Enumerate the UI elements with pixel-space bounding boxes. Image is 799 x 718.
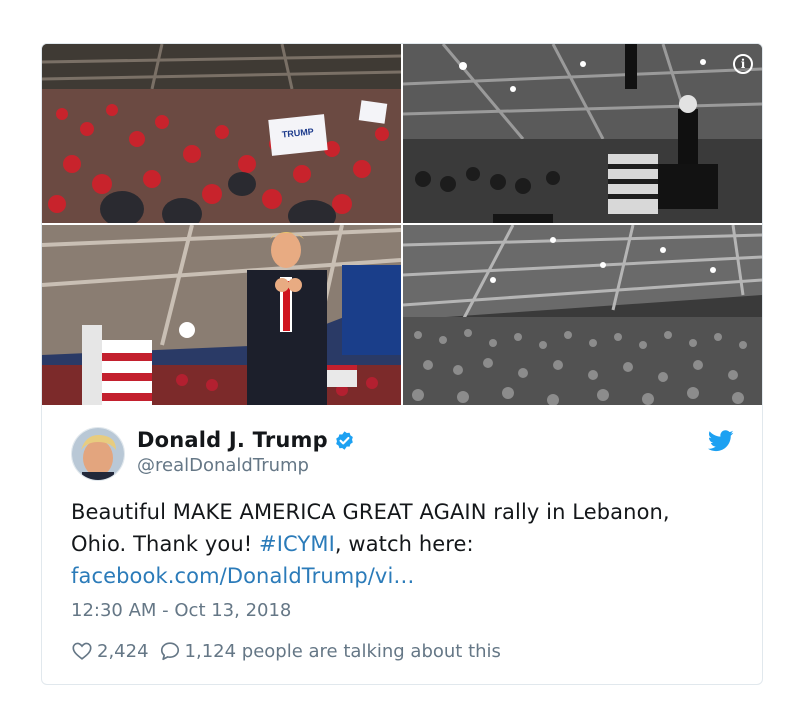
tweet-actions: 2,424 1,124 people are talking about thi… <box>71 640 501 662</box>
tweet-text: Beautiful MAKE AMERICA GREAT AGAIN rally… <box>71 496 731 592</box>
hashtag-link[interactable]: #ICYMI <box>259 532 335 556</box>
heart-icon[interactable] <box>71 640 93 662</box>
tweet-media-grid[interactable]: TRUMP i <box>42 44 762 405</box>
conversation-action[interactable]: 1,124 people are talking about this <box>159 640 501 662</box>
embedded-tweet-card[interactable]: TRUMP i Donald J. Trump @realDonaldTrump… <box>41 43 763 685</box>
tweet-text-part2: , watch here: <box>334 532 474 556</box>
author-handle[interactable]: @realDonaldTrump <box>137 455 309 476</box>
arena-crowd-photo[interactable] <box>403 225 762 405</box>
author-name-row[interactable]: Donald J. Trump <box>137 428 355 452</box>
profile-avatar[interactable] <box>71 427 125 481</box>
like-action[interactable]: 2,424 <box>71 640 149 662</box>
verified-badge-icon <box>336 430 353 450</box>
display-name[interactable]: Donald J. Trump <box>137 428 328 452</box>
rally-crowd-photo[interactable]: TRUMP <box>42 44 401 223</box>
info-icon[interactable]: i <box>733 54 753 74</box>
tweet-url-link[interactable]: facebook.com/DonaldTrump/vi… <box>71 564 415 588</box>
talking-count: 1,124 people are talking about this <box>184 640 501 662</box>
rally-stage-photo[interactable]: i <box>403 44 762 223</box>
speaker-photo[interactable] <box>42 225 401 405</box>
comment-bubble-icon[interactable] <box>159 640 181 662</box>
twitter-bird-icon[interactable] <box>708 430 734 452</box>
like-count: 2,424 <box>97 640 149 662</box>
tweet-timestamp[interactable]: 12:30 AM - Oct 13, 2018 <box>71 600 291 621</box>
